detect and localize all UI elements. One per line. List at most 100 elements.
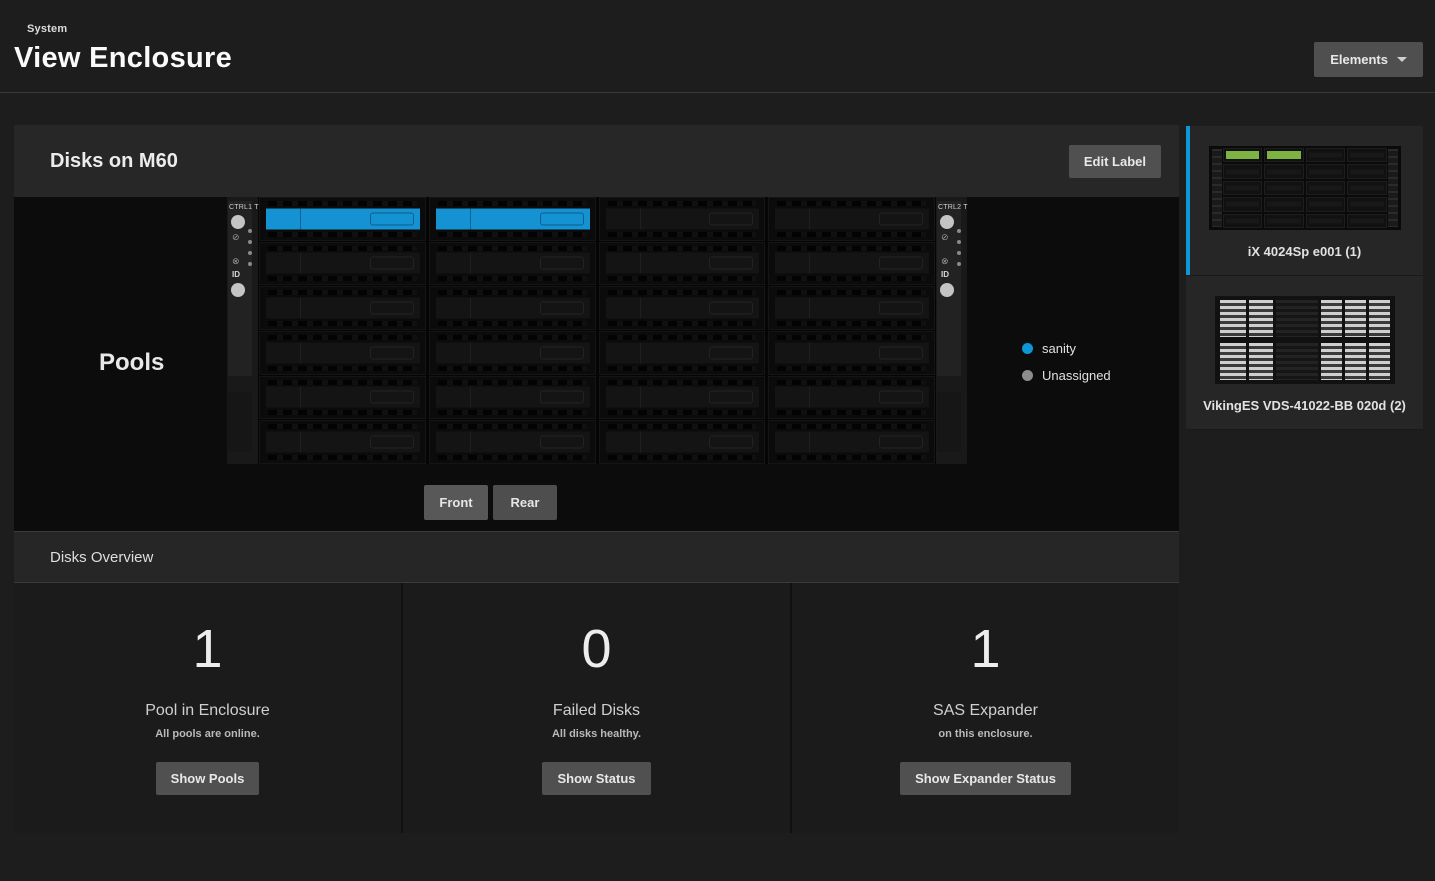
mini-disk-slot (1264, 164, 1304, 178)
mini-disk-slot (1223, 181, 1263, 195)
pool-count: 1 (192, 622, 222, 676)
disk-slot[interactable] (429, 376, 596, 420)
disk-slot[interactable] (768, 376, 935, 420)
disk-slot[interactable] (599, 376, 766, 420)
panel-block (228, 392, 252, 452)
mini-disk-slot (1264, 181, 1304, 195)
failed-disk-label: Failed Disks (553, 702, 640, 720)
ctrl2-label: CTRL2 T (938, 204, 960, 211)
disks-overview-header: Disks Overview (14, 531, 1179, 583)
mini-disk-slot (1306, 181, 1346, 195)
mini-disk-slot (1347, 214, 1387, 228)
mini-disk-slot (1306, 164, 1346, 178)
power-led-icon (940, 215, 954, 229)
controller-panel-2: CTRL2 T ⊘ ⊗ ID (936, 197, 967, 464)
stat-card-sas-expander: 1 SAS Expander on this enclosure. Show E… (792, 583, 1179, 833)
mini-disk-slot (1264, 197, 1304, 211)
legend-dot-icon (1022, 370, 1033, 381)
disk-slot[interactable] (599, 197, 766, 241)
mini-disk-slot (1347, 181, 1387, 195)
ctrl1-label: CTRL1 T (229, 204, 251, 211)
sas-expander-count: 1 (970, 622, 1000, 676)
pool-status-text: All pools are online. (155, 728, 260, 740)
status-led-column (957, 229, 961, 266)
show-pools-button[interactable]: Show Pools (156, 762, 260, 795)
enclosure-thumb-viking[interactable]: VikingES VDS-41022-BB 020d (2) (1186, 276, 1423, 430)
mini-disk-slot (1306, 148, 1346, 162)
legend-label: Unassigned (1042, 368, 1111, 383)
mini-disk-slot (1264, 214, 1304, 228)
disk-slot[interactable] (259, 286, 426, 330)
legend-label: sanity (1042, 341, 1076, 356)
sas-expander-text: on this enclosure. (938, 728, 1032, 740)
enclosure-thumb-label: VikingES VDS-41022-BB 020d (2) (1196, 398, 1413, 413)
disk-slot[interactable] (429, 286, 596, 330)
disk-slot[interactable] (259, 376, 426, 420)
legend-item: Unassigned (1022, 368, 1111, 383)
elements-dropdown-button[interactable]: Elements (1314, 42, 1423, 77)
disk-slot[interactable] (429, 420, 596, 464)
mini-disk-slot (1347, 197, 1387, 211)
page-title: View Enclosure (14, 42, 232, 75)
front-view-button[interactable]: Front (424, 485, 488, 520)
enclosure-visualization: Pools CTRL1 T ⊘ ⊗ ID (14, 197, 1179, 531)
mini-disk-slot (1223, 197, 1263, 211)
disk-slot[interactable] (259, 420, 426, 464)
disk-slot[interactable] (429, 242, 596, 286)
mini-disk-slot (1306, 214, 1346, 228)
mini-disk-slot (1264, 148, 1304, 162)
mini-disk-slot (1223, 214, 1263, 228)
mini-disk-slot (1347, 148, 1387, 162)
enclosure-thumb-label: iX 4024Sp e001 (1) (1196, 244, 1413, 259)
stat-card-failed-disks: 0 Failed Disks All disks healthy. Show S… (403, 583, 790, 833)
m60-thumbnail-graphic (1209, 146, 1401, 230)
enclosure-front-view: CTRL1 T ⊘ ⊗ ID CTRL2 T (227, 197, 967, 464)
legend-dot-icon (1022, 343, 1033, 354)
show-status-button[interactable]: Show Status (542, 762, 650, 795)
elements-dropdown-label: Elements (1330, 52, 1388, 67)
disk-slot[interactable] (768, 331, 935, 375)
view-toggle: Front Rear (14, 485, 967, 520)
breadcrumb[interactable]: System (27, 23, 67, 35)
disk-slot[interactable] (259, 197, 426, 241)
pool-count-label: Pool in Enclosure (145, 702, 270, 720)
sas-expander-label: SAS Expander (933, 702, 1038, 720)
disk-slot[interactable] (259, 331, 426, 375)
mini-disk-slot (1223, 164, 1263, 178)
rear-view-button[interactable]: Rear (493, 485, 557, 520)
disk-slot[interactable] (599, 286, 766, 330)
controller-panel-1: CTRL1 T ⊘ ⊗ ID (227, 197, 258, 464)
disk-slot[interactable] (429, 331, 596, 375)
stat-card-pools: 1 Pool in Enclosure All pools are online… (14, 583, 401, 833)
disk-health-text: All disks healthy. (552, 728, 641, 740)
power-led-icon (231, 215, 245, 229)
status-led-column (248, 229, 252, 266)
disk-slot[interactable] (768, 286, 935, 330)
disk-slot[interactable] (599, 242, 766, 286)
disk-slot[interactable] (429, 197, 596, 241)
mini-disk-slot (1347, 164, 1387, 178)
mini-disk-slot (1223, 148, 1263, 162)
disk-slot[interactable] (599, 420, 766, 464)
disks-overview-title: Disks Overview (50, 549, 153, 566)
disks-card-title: Disks on M60 (50, 150, 178, 173)
mini-disk-slot (1306, 197, 1346, 211)
disk-slot[interactable] (768, 197, 935, 241)
disk-slot[interactable] (599, 331, 766, 375)
viking-thumbnail-graphic (1215, 296, 1395, 384)
enclosure-thumb-m60[interactable]: iX 4024Sp e001 (1) (1186, 126, 1423, 276)
pool-legend: sanity Unassigned (1022, 341, 1111, 395)
stats-row: 1 Pool in Enclosure All pools are online… (14, 583, 1179, 833)
show-expander-status-button[interactable]: Show Expander Status (900, 762, 1071, 795)
disk-slot[interactable] (768, 420, 935, 464)
legend-item: sanity (1022, 341, 1111, 356)
disk-slot[interactable] (768, 242, 935, 286)
disk-slot-grid (258, 197, 936, 464)
failed-disk-count: 0 (581, 622, 611, 676)
thumb-side-panel (1388, 149, 1398, 227)
disk-slot[interactable] (259, 242, 426, 286)
thumb-side-panel (1212, 149, 1222, 227)
id-led-icon (231, 283, 245, 297)
disks-card: Disks on M60 Edit Label Pools CTRL1 T ⊘ … (14, 125, 1179, 833)
edit-label-button[interactable]: Edit Label (1069, 145, 1161, 178)
